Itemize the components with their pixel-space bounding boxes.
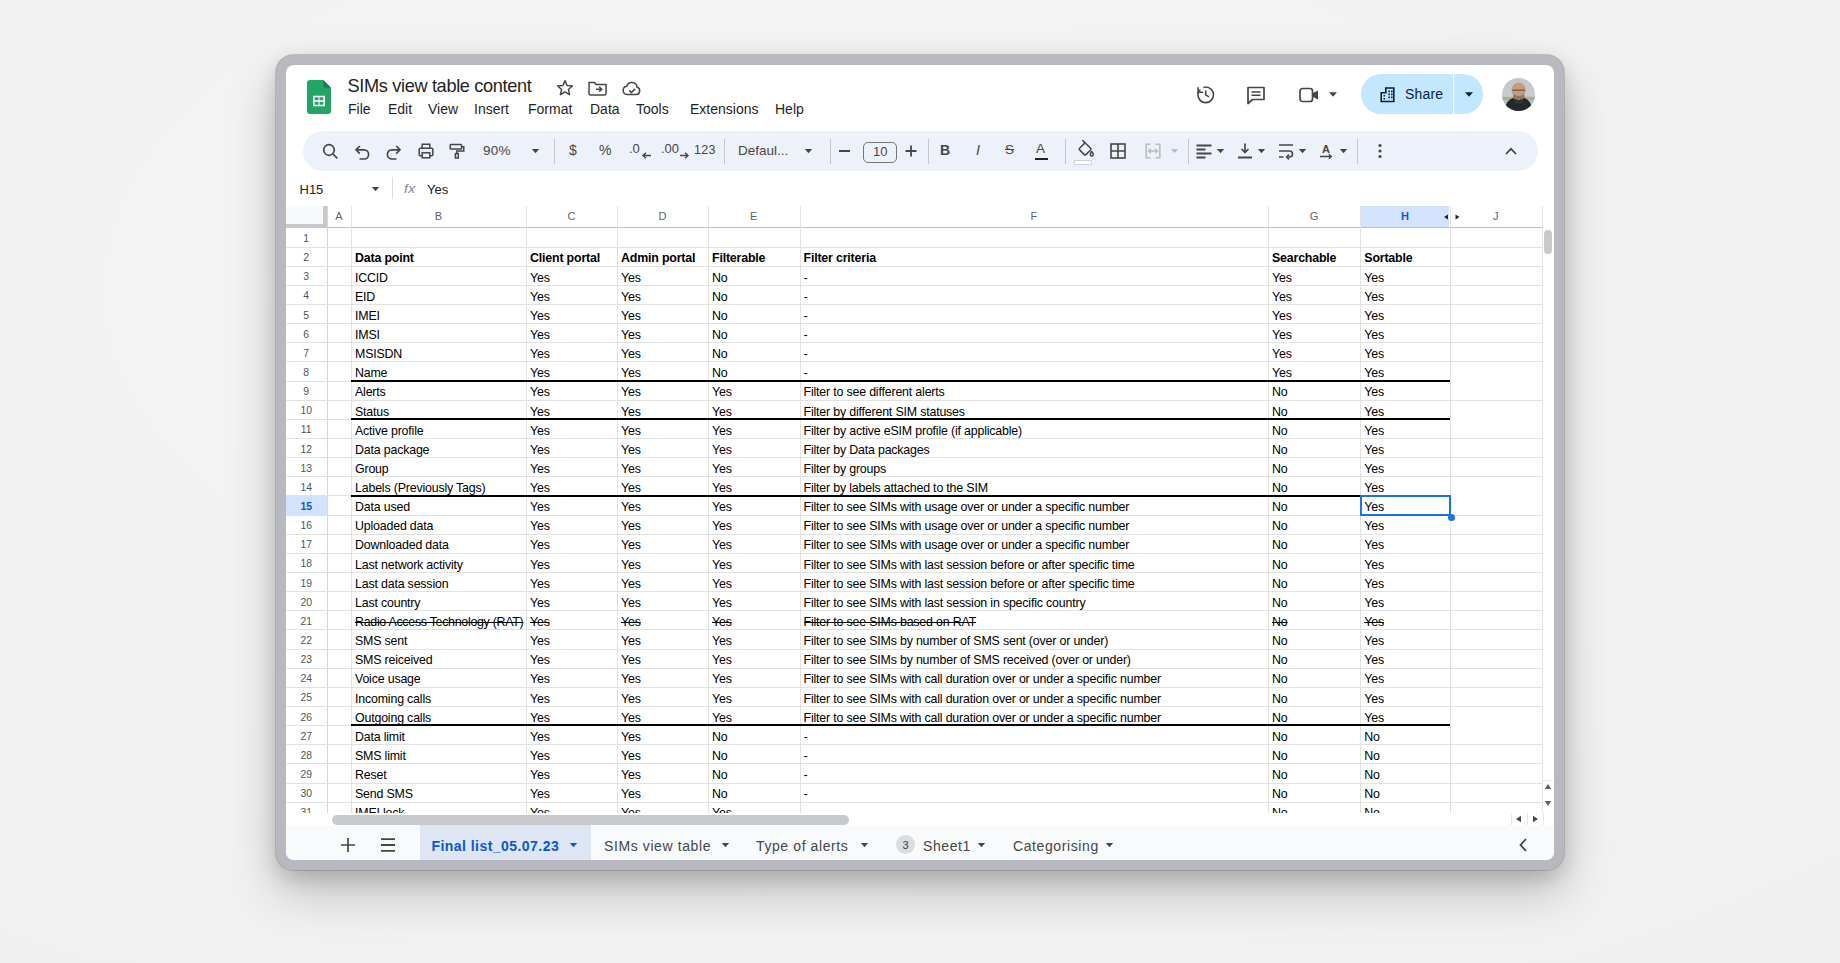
svg-text:A: A bbox=[1322, 143, 1330, 155]
